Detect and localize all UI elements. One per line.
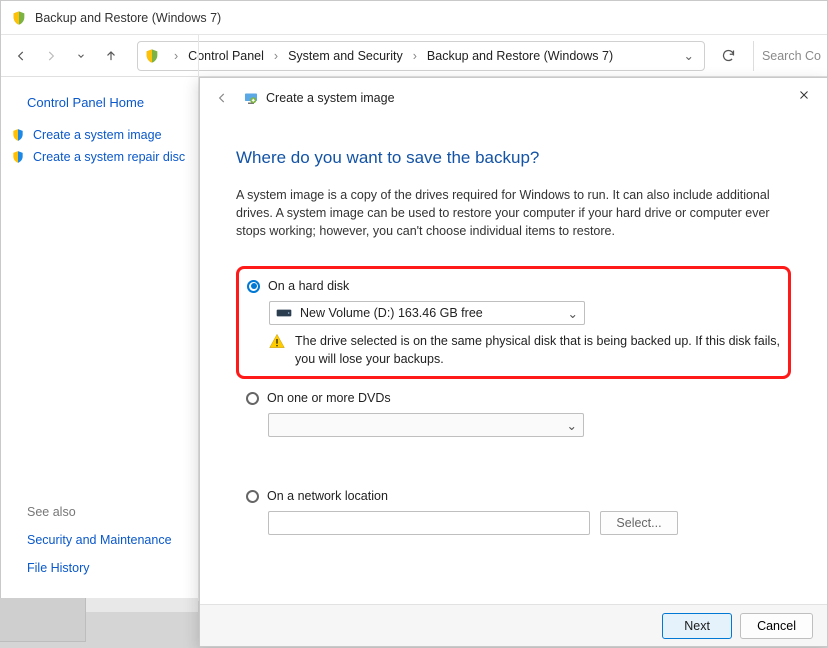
radio-label: On one or more DVDs [267, 391, 391, 405]
dialog-body: Where do you want to save the backup? A … [200, 118, 827, 535]
radio-label: On a network location [267, 489, 388, 503]
next-button[interactable]: Next [662, 613, 732, 639]
warning-row: The drive selected is on the same physic… [269, 333, 780, 368]
button-label: Cancel [757, 619, 796, 633]
background-shadow [0, 598, 86, 642]
radio-label: On a hard disk [268, 279, 349, 293]
dialog-close-button[interactable] [791, 84, 817, 106]
dialog-back-button[interactable] [210, 86, 234, 110]
highlight-box: On a hard disk New Volume (D:) 163.46 GB… [236, 266, 791, 379]
shield-icon [11, 150, 25, 164]
see-also-label: See also [27, 505, 172, 519]
breadcrumb-sep-icon: › [274, 49, 278, 63]
breadcrumb-sep-icon: › [413, 49, 417, 63]
file-history-link[interactable]: File History [27, 561, 172, 575]
dialog-header: Create a system image [200, 78, 827, 118]
dialog-heading: Where do you want to save the backup? [236, 148, 791, 168]
radio-hard-disk[interactable]: On a hard disk [247, 279, 780, 293]
cancel-button[interactable]: Cancel [740, 613, 813, 639]
create-system-image-dialog: Create a system image Where do you want … [199, 77, 828, 647]
radio-dvd[interactable]: On one or more DVDs [236, 391, 791, 405]
window-title: Backup and Restore (Windows 7) [35, 11, 221, 25]
app-icon [11, 10, 27, 26]
warning-text: The drive selected is on the same physic… [295, 333, 780, 368]
link-label: Create a system image [33, 128, 162, 142]
chevron-down-icon: ⌄ [568, 306, 578, 321]
address-bar[interactable]: › Control Panel › System and Security › … [137, 41, 705, 71]
address-chevron-icon[interactable]: ⌄ [679, 48, 697, 63]
link-label: Create a system repair disc [33, 150, 185, 164]
radio-icon [247, 280, 260, 293]
drive-combobox[interactable]: New Volume (D:) 163.46 GB free ⌄ [269, 301, 585, 325]
create-system-image-link[interactable]: Create a system image [1, 124, 198, 146]
refresh-button[interactable] [713, 42, 745, 70]
search-placeholder: Search Co [762, 49, 821, 63]
radio-icon [246, 392, 259, 405]
radio-network[interactable]: On a network location [236, 489, 791, 503]
select-button[interactable]: Select... [600, 511, 678, 535]
button-label: Select... [616, 516, 661, 530]
security-maintenance-link[interactable]: Security and Maintenance [27, 533, 172, 547]
titlebar: Backup and Restore (Windows 7) [1, 1, 827, 35]
chevron-down-icon: ⌄ [567, 418, 577, 433]
drive-text: New Volume (D:) 163.46 GB free [300, 306, 483, 320]
dvd-combobox[interactable]: ⌄ [268, 413, 584, 437]
dialog-description: A system image is a copy of the drives r… [236, 186, 791, 240]
network-row: Select... [268, 511, 791, 535]
see-also-section: See also Security and Maintenance File H… [27, 505, 172, 575]
button-label: Next [684, 619, 710, 633]
shield-icon [11, 128, 25, 142]
search-input[interactable]: Search Co [753, 41, 821, 71]
control-panel-home-link[interactable]: Control Panel Home [1, 91, 198, 124]
dialog-button-row: Next Cancel [200, 604, 827, 646]
radio-icon [246, 490, 259, 503]
create-system-repair-disc-link[interactable]: Create a system repair disc [1, 146, 198, 168]
background-shadow [86, 598, 198, 612]
breadcrumb-item[interactable]: Backup and Restore (Windows 7) [423, 47, 617, 65]
left-pane: Control Panel Home Create a system image… [1, 35, 199, 601]
warning-icon [269, 333, 285, 349]
dialog-icon [242, 89, 260, 107]
network-path-input[interactable] [268, 511, 590, 535]
hard-disk-icon [276, 307, 292, 319]
breadcrumb-item[interactable]: System and Security [284, 47, 407, 65]
dialog-title: Create a system image [266, 91, 395, 105]
